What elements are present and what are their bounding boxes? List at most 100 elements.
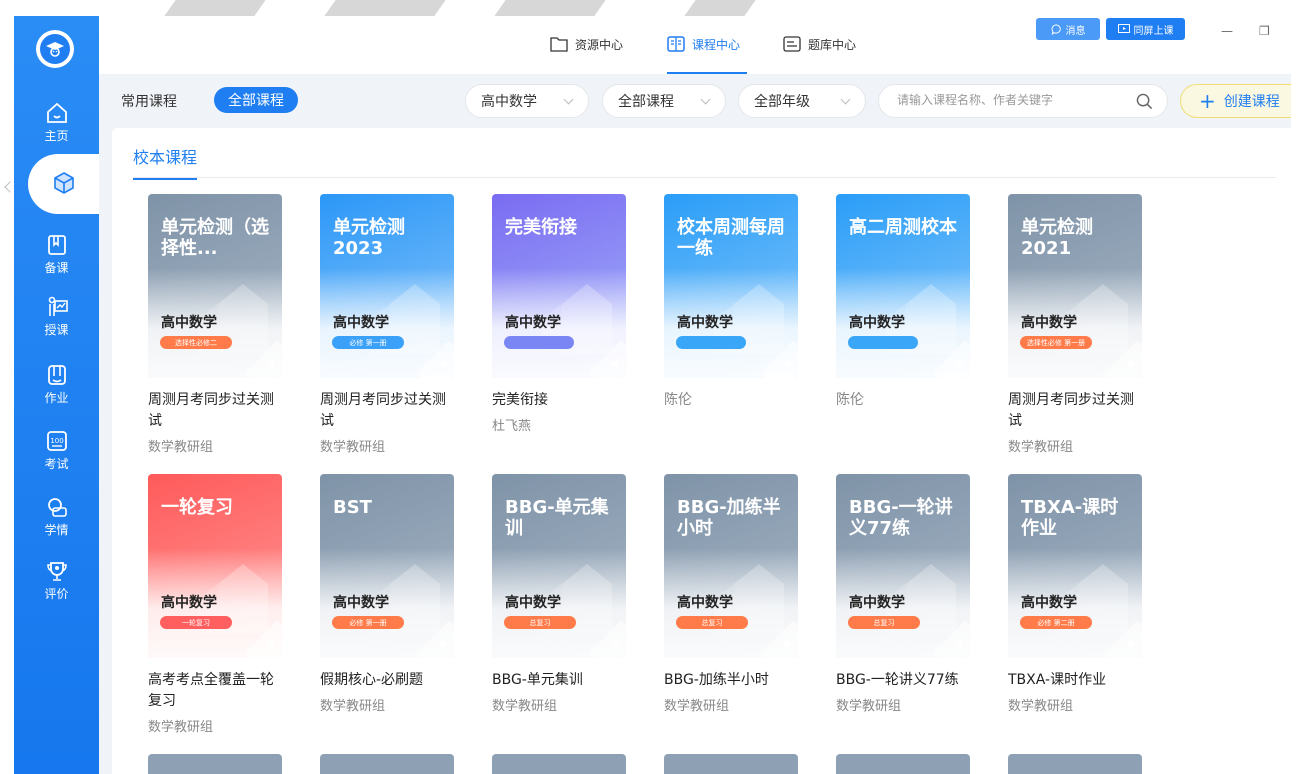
maximize-icon[interactable]: ❐: [1259, 24, 1270, 38]
cover-tag: 选择性必修 第一册: [1020, 336, 1092, 349]
create-course-label: 创建课程: [1223, 94, 1280, 110]
subject-select[interactable]: 高中数学: [465, 84, 589, 118]
course-name[interactable]: 陈伦: [836, 390, 971, 411]
tab-label: 课程中心: [692, 38, 741, 52]
course-cover[interactable]: 高二周测校本 高中数学 ★: [836, 194, 970, 378]
star-icon[interactable]: ★: [265, 357, 277, 372]
course-cover-partial[interactable]: [664, 754, 798, 774]
home-icon: [46, 102, 67, 123]
tab-course-center[interactable]: 课程中心: [667, 36, 747, 74]
app-logo: [36, 30, 74, 68]
course-card[interactable]: 完美衔接 高中数学 ★ 完美衔接 杜飞燕: [492, 194, 652, 434]
app-window: 主页 资源 备课 授课 作业 100 考试 学情 评价 资源中心 课程中心 题库…: [0, 0, 1298, 774]
course-name[interactable]: 完美衔接: [492, 390, 627, 411]
course-cover-partial[interactable]: [148, 754, 282, 774]
star-icon[interactable]: ★: [609, 637, 621, 652]
course-cover[interactable]: 校本周测每周一练 高中数学 ★: [664, 194, 798, 378]
course-cover[interactable]: 单元检测（选择性... 高中数学 选择性必修二 ★: [148, 194, 282, 378]
message-button[interactable]: 消息: [1036, 18, 1100, 40]
star-icon[interactable]: ★: [437, 637, 449, 652]
course-cover-partial[interactable]: [492, 754, 626, 774]
search-input[interactable]: [897, 93, 1127, 107]
course-name[interactable]: 周测月考同步过关测试: [148, 390, 283, 432]
star-icon[interactable]: ★: [953, 357, 965, 372]
course-cover[interactable]: 完美衔接 高中数学 ★: [492, 194, 626, 378]
course-name[interactable]: BBG-一轮讲义77练: [836, 670, 971, 691]
stats-icon: [47, 497, 67, 517]
chat-icon: [1051, 23, 1061, 35]
course-cover-partial[interactable]: [1008, 754, 1142, 774]
top-navigation: 资源中心 课程中心 题库中心 消息 同屏上课 — ❐ ✕: [99, 16, 1298, 74]
course-card[interactable]: 单元检测（选择性... 高中数学 选择性必修二 ★ 周测月考同步过关测试 数学教研组: [148, 194, 308, 455]
course-cover-partial[interactable]: [836, 754, 970, 774]
message-label: 消息: [1065, 25, 1086, 37]
course-cover-partial[interactable]: [320, 754, 454, 774]
course-cover[interactable]: BST 高中数学 必修 第一册 ★: [320, 474, 454, 658]
course-name[interactable]: TBXA-课时作业: [1008, 670, 1143, 691]
tab-resource-center[interactable]: 资源中心: [550, 36, 623, 74]
sidebar-item-label: 评价: [44, 586, 69, 601]
cover-tag: 选择性必修二: [160, 336, 232, 349]
course-name[interactable]: BBG-加练半小时: [664, 670, 799, 691]
course-type-select[interactable]: 全部课程: [602, 84, 726, 118]
course-cover[interactable]: 单元检测2021 高中数学 选择性必修 第一册 ★: [1008, 194, 1142, 378]
course-author: 数学教研组: [1008, 699, 1074, 714]
course-card[interactable]: 单元检测2021 高中数学 选择性必修 第一册 ★ 周测月考同步过关测试 数学教研组: [1008, 194, 1168, 455]
course-card[interactable]: BBG-单元集训 高中数学 总复习 ★ BBG-单元集训 数学教研组: [492, 474, 652, 714]
tab-label: 资源中心: [575, 38, 624, 52]
search-icon[interactable]: [1136, 93, 1153, 110]
course-card[interactable]: 一轮复习 高中数学 一轮复习 ★ 高考考点全覆盖一轮复习 数学教研组: [148, 474, 308, 735]
star-icon[interactable]: ★: [781, 357, 793, 372]
star-icon[interactable]: ★: [1125, 357, 1137, 372]
cover-title: BBG-加练半小时: [677, 497, 781, 539]
star-icon[interactable]: ★: [265, 637, 277, 652]
cover-subject: 高中数学: [505, 595, 561, 611]
star-icon[interactable]: ★: [953, 637, 965, 652]
course-card[interactable]: 单元检测2023 高中数学 必修 第一册 ★ 周测月考同步过关测试 数学教研组: [320, 194, 480, 455]
tab-common-courses[interactable]: 常用课程: [121, 91, 177, 111]
screen-share-button[interactable]: 同屏上课: [1106, 18, 1185, 40]
course-cover[interactable]: TBXA-课时作业 高中数学 必修 第二册 ★: [1008, 474, 1142, 658]
course-cover[interactable]: BBG-单元集训 高中数学 总复习 ★: [492, 474, 626, 658]
course-cover[interactable]: BBG-一轮讲义77练 高中数学 总复习 ★: [836, 474, 970, 658]
course-cover[interactable]: 单元检测2023 高中数学 必修 第一册 ★: [320, 194, 454, 378]
sidebar-item-evaluation[interactable]: 评价: [14, 550, 99, 610]
course-card[interactable]: 高二周测校本 高中数学 ★ 陈伦: [836, 194, 996, 411]
sidebar-item-analytics[interactable]: 学情: [14, 486, 99, 546]
cover-title: 一轮复习: [161, 497, 233, 518]
sidebar-item-homework[interactable]: 作业: [14, 354, 99, 414]
course-cover[interactable]: BBG-加练半小时 高中数学 总复习 ★: [664, 474, 798, 658]
star-icon[interactable]: ★: [1125, 637, 1137, 652]
sidebar-item-label: 主页: [44, 128, 69, 143]
sidebar-item-home[interactable]: 主页: [14, 92, 99, 152]
course-name[interactable]: 周测月考同步过关测试: [320, 390, 455, 432]
course-card[interactable]: BST 高中数学 必修 第一册 ★ 假期核心-必刷题 数学教研组: [320, 474, 480, 714]
sidebar-item-prepare[interactable]: 备课: [14, 224, 99, 284]
course-name[interactable]: 高考考点全覆盖一轮复习: [148, 670, 283, 712]
course-card[interactable]: BBG-一轮讲义77练 高中数学 总复习 ★ BBG-一轮讲义77练 数学教研组: [836, 474, 996, 714]
grade-select[interactable]: 全部年级: [738, 84, 866, 118]
cover-title: BST: [333, 497, 372, 518]
section-title[interactable]: 校本课程: [133, 144, 198, 180]
chevron-down-icon: [563, 94, 574, 105]
tab-question-bank[interactable]: 题库中心: [783, 36, 856, 74]
course-card[interactable]: 校本周测每周一练 高中数学 ★ 陈伦: [664, 194, 824, 411]
sidebar-item-exam[interactable]: 100 考试: [14, 420, 99, 480]
star-icon[interactable]: ★: [781, 637, 793, 652]
star-icon[interactable]: ★: [437, 357, 449, 372]
scrollbar[interactable]: [1291, 16, 1298, 774]
sidebar-item-resources[interactable]: 资源: [28, 154, 99, 214]
tab-all-courses[interactable]: 全部课程: [214, 87, 298, 113]
create-course-button[interactable]: + 创建课程: [1180, 84, 1298, 118]
sidebar-item-teach[interactable]: 授课: [14, 286, 99, 346]
minimize-icon[interactable]: —: [1221, 24, 1233, 38]
course-name[interactable]: BBG-单元集训: [492, 670, 627, 691]
course-cover[interactable]: 一轮复习 高中数学 一轮复习 ★: [148, 474, 282, 658]
course-name[interactable]: 陈伦: [664, 390, 799, 411]
watermark-stripe: [324, 0, 446, 16]
course-card[interactable]: BBG-加练半小时 高中数学 总复习 ★ BBG-加练半小时 数学教研组: [664, 474, 824, 714]
course-name[interactable]: 假期核心-必刷题: [320, 670, 455, 691]
course-name[interactable]: 周测月考同步过关测试: [1008, 390, 1143, 432]
star-icon[interactable]: ★: [609, 357, 621, 372]
course-card[interactable]: TBXA-课时作业 高中数学 必修 第二册 ★ TBXA-课时作业数学教研组: [1008, 474, 1168, 714]
